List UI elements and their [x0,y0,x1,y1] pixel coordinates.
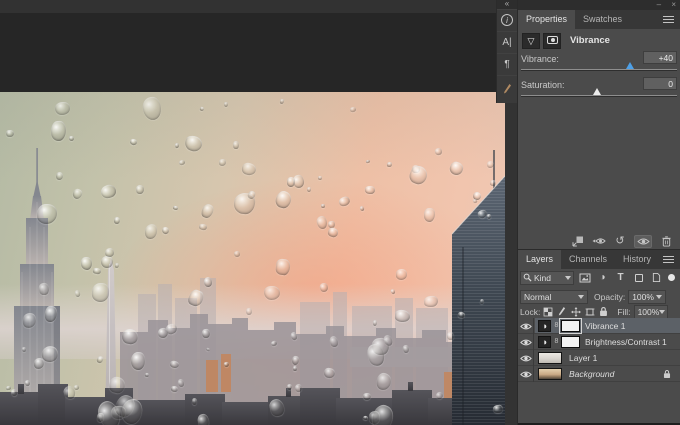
visibility-eye-icon[interactable] [518,350,534,366]
lock-label: Lock: [520,306,541,317]
clip-to-layer-icon[interactable] [571,235,585,248]
filter-kind-dropdown[interactable]: Kind [520,270,574,285]
filter-adjustment-layers-icon[interactable]: ◑ [595,271,610,285]
opacity-label: Opacity: [594,291,626,302]
panel-icon-dock: « i A| ¶ [496,0,517,103]
fill-value: 100% [637,306,660,317]
layers-tabbar: Layers Channels History [518,250,680,269]
layer-name: Layer 1 [569,352,598,363]
adjustment-layer-thumbnail[interactable]: ◑ [538,335,551,348]
blend-mode-row: Normal Opacity: 100% [518,288,680,305]
layer-row-brightness-contrast-1[interactable]: ◑ 8 Brightness/Contrast 1 [518,334,680,350]
saturation-slider-track[interactable] [521,88,677,96]
document-canvas[interactable] [0,92,505,425]
brush-icon [502,83,512,95]
fill-dropdown[interactable]: 100% [633,304,668,319]
tab-history[interactable]: History [615,250,659,269]
properties-tabbar: Properties Swatches [518,10,680,29]
vibrance-slider-row: Vibrance: +40 [521,51,677,78]
close-icon[interactable]: × [671,0,676,9]
layer-name: Vibrance 1 [585,320,626,331]
chevron-down-icon [578,294,584,299]
lock-pixels-icon[interactable] [555,306,568,318]
vibrance-adjustment-icon[interactable]: ▽ [522,32,540,49]
canvas-panel-divider [505,103,517,425]
filter-kind-label: Kind [534,272,552,283]
tab-layers[interactable]: Layers [518,250,562,269]
saturation-slider-thumb[interactable] [593,88,602,95]
layer-list: ◑ 8 Vibrance 1 ◑ 8 Brightness/Contrast 1 [518,317,680,382]
background-lock-icon [663,369,671,379]
panel-column: – × Properties Swatches ▽ Vibrance Vibra… [517,0,680,425]
blend-mode-value: Normal [524,291,552,302]
chevron-down-icon [659,309,666,314]
visibility-eye-icon[interactable] [518,318,534,334]
panel-menu-icon[interactable] [663,16,674,23]
layer-mask-thumbnail[interactable] [559,317,582,334]
layer-mask-button[interactable] [543,32,561,49]
collapse-panels-button[interactable]: « [497,0,517,9]
vibrance-slider-track[interactable] [521,62,677,70]
opacity-value: 100% [632,291,654,302]
adjustment-header: ▽ Vibrance [518,29,680,52]
properties-footer: ↺ [518,233,680,250]
saturation-value-field[interactable]: 0 [643,77,677,90]
mask-icon [546,35,558,44]
layers-panel-menu-icon[interactable] [663,256,674,263]
layer-name: Brightness/Contrast 1 [585,336,667,347]
pasteboard-top-strip [0,0,497,13]
lock-row: Lock: Fill: 100% [518,304,680,319]
brush-panel-icon[interactable] [497,75,517,97]
visibility-eye-icon[interactable] [518,366,534,382]
adjustment-title: Vibrance [570,35,610,46]
filter-type-layers-icon[interactable]: T [613,271,628,285]
layer-row-layer-1[interactable]: Layer 1 [518,350,680,366]
lock-artboard-icon[interactable] [583,306,596,318]
fill-label: Fill: [617,306,631,317]
toggle-visibility-icon[interactable] [634,234,652,248]
mask-link-icon[interactable]: 8 [553,322,560,329]
photoshop-window: « i A| ¶ – × Properties Swatches ▽ Vibra… [0,0,680,425]
filter-toggle-icon[interactable] [668,274,675,281]
panel-title-strip: – × [518,0,680,10]
blend-mode-dropdown[interactable]: Normal [520,289,588,304]
info-panel-icon[interactable]: i [497,9,517,31]
tab-properties[interactable]: Properties [518,10,576,29]
vibrance-slider-thumb[interactable] [626,62,635,69]
filter-shape-layers-icon[interactable] [631,271,646,285]
layer-thumbnail[interactable] [538,367,562,380]
tab-swatches[interactable]: Swatches [575,10,630,29]
vibrance-value-field[interactable]: +40 [643,51,677,64]
adjustment-layer-thumbnail[interactable]: ◑ [538,319,551,332]
lock-transparency-icon[interactable] [541,306,554,318]
saturation-label: Saturation: [521,80,565,90]
vibrance-label: Vibrance: [521,54,559,64]
search-icon [523,273,532,282]
minimize-icon[interactable]: – [657,0,661,9]
layer-row-background[interactable]: Background [518,366,680,382]
rain-droplets-overlay [0,92,505,425]
tab-channels[interactable]: Channels [561,250,615,269]
delete-adjustment-icon[interactable] [659,235,673,248]
filter-pixel-layers-icon[interactable] [577,271,592,285]
saturation-slider-row: Saturation: 0 [521,77,677,104]
paragraph-panel-icon[interactable]: ¶ [497,53,517,75]
reset-adjustment-icon[interactable]: ↺ [613,235,627,248]
lock-all-icon[interactable] [597,306,610,318]
layer-thumbnail[interactable] [538,351,562,364]
chevron-down-icon [656,294,663,299]
chevron-down-icon [565,275,571,280]
visibility-eye-icon[interactable] [518,334,534,350]
layer-mask-thumbnail[interactable] [561,335,580,348]
filter-smart-objects-icon[interactable] [649,271,664,285]
view-previous-state-icon[interactable] [592,235,606,248]
lock-position-icon[interactable] [569,306,582,318]
pasteboard [0,13,497,92]
layer-row-vibrance-1[interactable]: ◑ 8 Vibrance 1 [518,317,680,334]
layer-name: Background [569,368,615,379]
layers-filter-row: Kind ◑ T [518,268,680,287]
mask-link-icon[interactable]: 8 [553,338,560,345]
character-panel-icon[interactable]: A| [497,31,517,53]
opacity-dropdown[interactable]: 100% [628,289,667,304]
